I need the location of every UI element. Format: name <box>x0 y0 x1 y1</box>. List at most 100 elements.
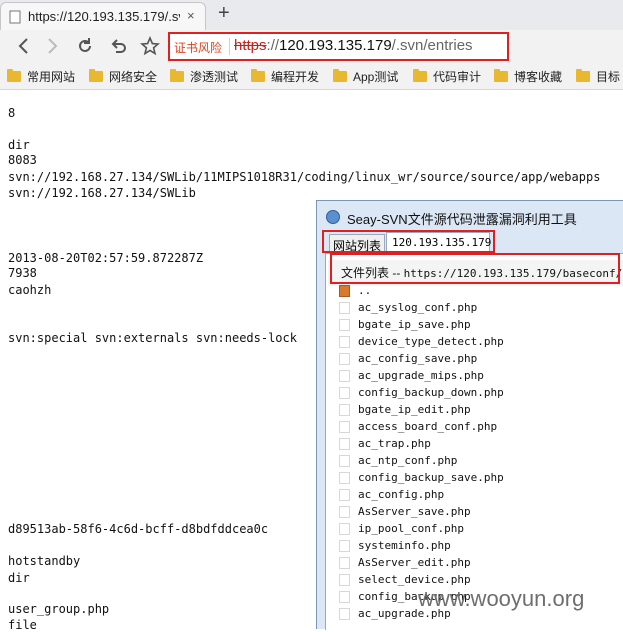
entries-line: dir <box>8 138 30 152</box>
address-separator <box>229 38 230 55</box>
folder-icon <box>333 69 347 83</box>
file-icon <box>339 591 350 603</box>
entries-line: svn://192.168.27.134/SWLib/11MIPS1018R31… <box>8 170 601 184</box>
address-bar[interactable]: 证书风险 https://120.193.135.179/.svn/entrie… <box>168 32 509 61</box>
file-name: AsServer_edit.php <box>358 556 471 569</box>
file-icon <box>339 608 350 620</box>
file-name: ac_config.php <box>358 488 445 501</box>
forward-arrow-icon[interactable] <box>42 36 62 56</box>
file-icon <box>339 506 350 518</box>
url-separator: :// <box>266 37 280 54</box>
file-icon <box>339 455 350 467</box>
entries-line: user_group.php <box>8 602 110 616</box>
bookmark-folder[interactable]: App测试 <box>333 68 398 86</box>
url-text[interactable]: https://120.193.135.179/.svn/entries <box>234 37 473 54</box>
folder-icon <box>89 69 103 83</box>
url-path: /.svn/entries <box>391 37 473 54</box>
folder-icon <box>251 69 265 83</box>
file-name: select_device.php <box>358 573 471 586</box>
file-icon <box>339 319 350 331</box>
url-scheme: https <box>234 37 267 54</box>
file-name: config_backup_down.php <box>358 386 504 399</box>
entries-line: file <box>8 618 37 632</box>
entries-line: 7938 <box>8 266 37 280</box>
tab-title: https://120.193.135.179/.sv <box>28 9 180 24</box>
tab-target-host[interactable]: 120.193.135.179 <box>386 232 491 253</box>
undo-icon[interactable] <box>108 36 128 56</box>
new-tab-button[interactable]: + <box>218 2 230 25</box>
file-icon <box>339 557 350 569</box>
file-name: access_board_conf.php <box>358 420 498 433</box>
reload-icon[interactable] <box>75 36 95 56</box>
bookmark-folder[interactable]: 网络安全 <box>89 68 157 86</box>
bookmark-folder[interactable]: 常用网站 <box>7 68 75 86</box>
tab-strip: https://120.193.135.179/.sv × + <box>0 0 623 31</box>
entries-line: svn://192.168.27.134/SWLib <box>8 186 196 200</box>
file-icon <box>339 472 350 484</box>
bookmark-label: 常用网站 <box>27 70 76 84</box>
file-icon <box>339 302 350 314</box>
folder-icon <box>170 69 184 83</box>
file-name: systeminfo.php <box>358 539 451 552</box>
bookmark-label: 编程开发 <box>271 70 320 84</box>
file-icon <box>339 421 350 433</box>
bookmark-label: 网络安全 <box>109 70 158 84</box>
file-icon <box>339 523 350 535</box>
file-name: ac_syslog_conf.php <box>358 301 478 314</box>
bookmark-label: 代码审计 <box>433 70 482 84</box>
bookmark-folder[interactable]: 代码审计 <box>413 68 481 86</box>
back-arrow-icon[interactable] <box>14 36 34 56</box>
app-icon <box>326 210 340 224</box>
bookmarks-bar: 常用网站 网络安全 渗透测试 编程开发 App测试 代码审计 博客收藏 目标 <box>0 65 623 90</box>
watermark: www.wooyun.org <box>418 586 585 611</box>
file-name: device_type_detect.php <box>358 335 504 348</box>
file-name: ac_ntp_conf.php <box>358 454 458 467</box>
folder-icon <box>576 69 590 83</box>
file-icon <box>339 387 350 399</box>
file-name: ip_pool_conf.php <box>358 522 464 535</box>
close-tab-icon[interactable]: × <box>187 8 195 23</box>
file-list-title: 文件列表 -- https://120.193.135.179/baseconf… <box>341 264 622 281</box>
folder-icon <box>7 69 21 83</box>
bookmark-folder[interactable]: 编程开发 <box>251 68 319 86</box>
browser-tab[interactable]: https://120.193.135.179/.sv × <box>0 2 206 30</box>
file-name: ac_upgrade_mips.php <box>358 369 484 382</box>
entries-line: 2013-08-20T02:57:59.872287Z <box>8 251 204 265</box>
entries-line: d89513ab-58f6-4c6d-bcff-d8bdfddcea0c <box>8 522 269 536</box>
tab-site-list[interactable]: 网站列表 <box>329 234 385 253</box>
file-icon <box>339 489 350 501</box>
entries-line: 8 <box>8 106 16 120</box>
file-icon <box>339 336 350 348</box>
file-name: ac_config_save.php <box>358 352 478 365</box>
entries-line: 8083 <box>8 153 37 167</box>
page-icon <box>9 10 21 24</box>
entries-line: hotstandby <box>8 554 81 568</box>
entries-line: caohzh <box>8 283 52 297</box>
file-list-url: https://120.193.135.179/baseconf/ <box>403 267 623 280</box>
bookmark-folder[interactable]: 渗透测试 <box>170 68 238 86</box>
file-icon <box>339 404 350 416</box>
file-name: ac_trap.php <box>358 437 431 450</box>
bookmark-label: 目标 <box>596 70 621 84</box>
file-name: config_backup_save.php <box>358 471 504 484</box>
bookmark-star-icon[interactable] <box>140 36 160 56</box>
file-icon <box>339 353 350 365</box>
parent-folder-icon <box>339 285 350 297</box>
bookmark-folder[interactable]: 目标 <box>576 68 620 86</box>
certificate-warning[interactable]: 证书风险 <box>174 39 222 56</box>
file-name: bgate_ip_save.php <box>358 318 471 331</box>
file-icon <box>339 438 350 450</box>
bookmark-folder[interactable]: 博客收藏 <box>494 68 562 86</box>
file-icon <box>339 540 350 552</box>
entries-line: svn:special svn:externals svn:needs-lock <box>8 331 297 345</box>
file-list-label: 文件列表 -- <box>341 266 404 280</box>
file-icon <box>339 370 350 382</box>
entries-line: dir <box>8 571 30 585</box>
file-name: .. <box>358 284 372 297</box>
file-name: AsServer_save.php <box>358 505 471 518</box>
bookmark-label: 博客收藏 <box>514 70 563 84</box>
file-name: bgate_ip_edit.php <box>358 403 471 416</box>
folder-icon <box>494 69 508 83</box>
bookmark-label: 渗透测试 <box>190 70 239 84</box>
url-host: 120.193.135.179 <box>279 37 392 54</box>
